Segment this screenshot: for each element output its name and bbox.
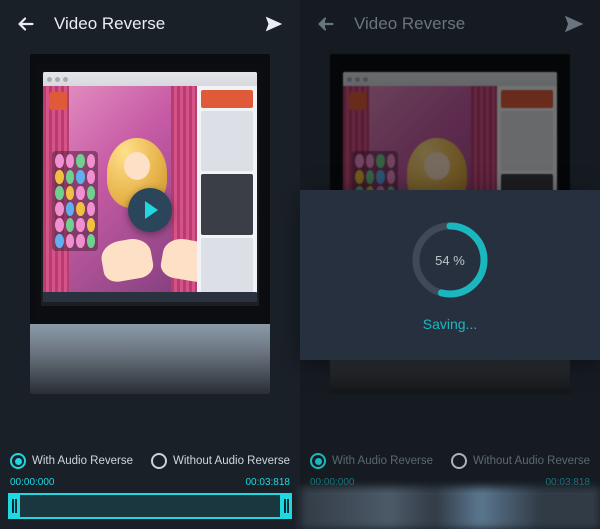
screen-editor: Video Reverse — [0, 0, 300, 529]
back-button[interactable] — [14, 12, 38, 36]
radio-with-audio[interactable]: With Audio Reverse — [10, 453, 133, 469]
play-icon[interactable] — [128, 188, 172, 232]
timeline-section: 00:00:000 00:03:818 — [0, 477, 300, 529]
trim-track[interactable] — [20, 493, 280, 519]
screen-saving: Video Reverse — [300, 0, 600, 529]
trim-timeline[interactable] — [8, 493, 292, 519]
progress-percent: 54 % — [408, 218, 492, 302]
app-header: Video Reverse — [300, 0, 600, 48]
radio-icon — [310, 453, 326, 469]
audio-options: With Audio Reverse Without Audio Reverse — [0, 439, 300, 477]
radio-icon — [10, 453, 26, 469]
radio-with-audio: With Audio Reverse — [310, 453, 433, 469]
radio-without-audio: Without Audio Reverse — [451, 453, 590, 469]
page-title: Video Reverse — [354, 14, 546, 34]
radio-label: Without Audio Reverse — [173, 455, 290, 467]
time-end: 00:03:818 — [246, 477, 291, 488]
time-labels: 00:00:000 00:03:818 — [8, 477, 292, 493]
audio-options: With Audio Reverse Without Audio Reverse — [300, 439, 600, 477]
back-button — [314, 12, 338, 36]
trim-handle-left[interactable] — [8, 493, 20, 519]
app-header: Video Reverse — [0, 0, 300, 48]
trim-handle-right[interactable] — [280, 493, 292, 519]
progress-ring: 54 % — [408, 218, 492, 302]
radio-without-audio[interactable]: Without Audio Reverse — [151, 453, 290, 469]
radio-label: Without Audio Reverse — [473, 455, 590, 467]
blurred-footer — [300, 487, 600, 529]
radio-label: With Audio Reverse — [32, 455, 133, 467]
radio-icon — [451, 453, 467, 469]
send-button[interactable] — [262, 12, 286, 36]
video-preview[interactable] — [30, 54, 270, 394]
page-title: Video Reverse — [54, 14, 246, 34]
saving-dialog: 54 % Saving... — [300, 190, 600, 360]
time-start: 00:00:000 — [10, 477, 55, 488]
send-button — [562, 12, 586, 36]
radio-label: With Audio Reverse — [332, 455, 433, 467]
video-preview-container — [0, 48, 300, 439]
saving-status: Saving... — [423, 316, 477, 332]
radio-icon — [151, 453, 167, 469]
